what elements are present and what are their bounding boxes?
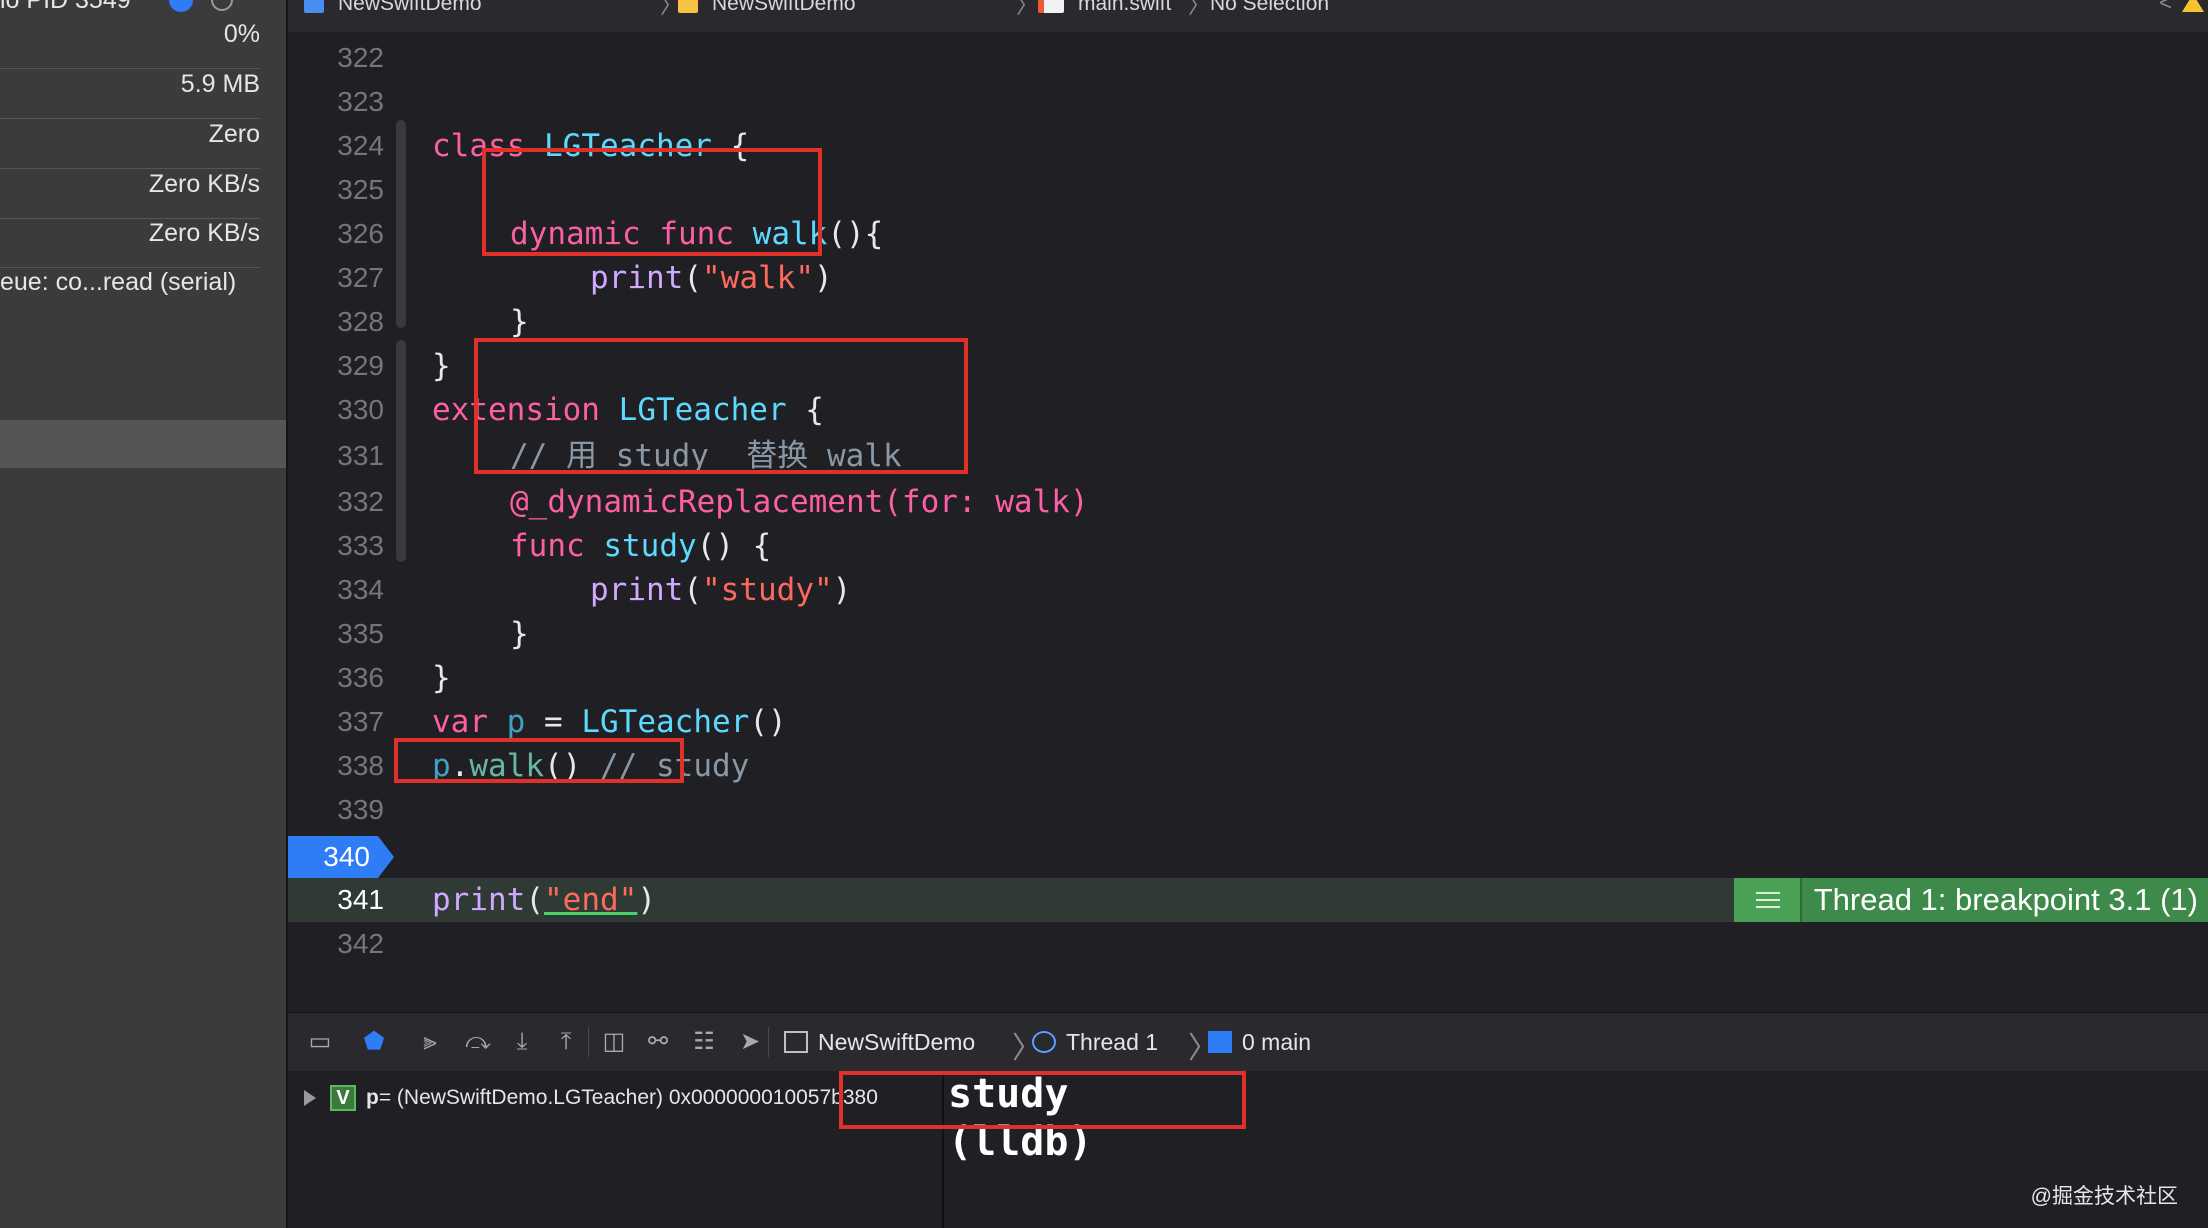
crumb-frame[interactable]: 0 main: [1208, 1013, 1311, 1071]
line-number: 326: [337, 218, 384, 249]
jumpbar-folder[interactable]: NewSwiftDemo: [678, 0, 856, 20]
jumpbar-project[interactable]: NewSwiftDemo: [304, 0, 482, 20]
watermark: @掘金技术社区: [2030, 1185, 2178, 1208]
jumpbar-separator: 〉: [1016, 0, 1039, 18]
code-line-341[interactable]: print("end"): [432, 878, 656, 922]
highlight-box-output: [839, 1071, 1246, 1129]
line-number: 324: [337, 130, 384, 161]
disclosure-triangle-icon[interactable]: [304, 1090, 316, 1106]
selected-frame-row[interactable]: [0, 420, 286, 468]
chevron-left-icon[interactable]: <: [2159, 0, 2172, 16]
warning-icon[interactable]: [2182, 0, 2204, 12]
debug-navigator: io PID 3549 0% 5.9 MB Zero Zero KB/s Zer…: [0, 0, 288, 1228]
crumb-process[interactable]: NewSwiftDemo: [784, 1013, 975, 1071]
list-icon: [1733, 878, 1802, 922]
line-number: 328: [337, 306, 384, 337]
code-line-333[interactable]: func study() {: [510, 524, 771, 568]
folder-icon: [678, 0, 698, 13]
code-line-336[interactable]: }: [432, 656, 451, 700]
view-hierarchy-icon[interactable]: ◫: [600, 1029, 628, 1055]
jumpbar-separator: 〉: [1188, 0, 1211, 18]
simulate-location-icon[interactable]: ➤: [736, 1029, 764, 1055]
jumpbar-file[interactable]: main.swift: [1038, 0, 1171, 20]
code-line-335[interactable]: }: [510, 612, 529, 656]
line-number: 330: [337, 394, 384, 425]
continue-icon[interactable]: ⫸: [416, 1029, 444, 1055]
line-number: 342: [337, 928, 384, 959]
app-icon: [784, 1031, 808, 1053]
breakpoint-arrow-icon: [378, 836, 394, 878]
step-into-icon[interactable]: ⤓: [508, 1029, 536, 1055]
jump-bar: NewSwiftDemo 〉 NewSwiftDemo 〉 main.swift…: [288, 0, 2208, 33]
line-number-current: 341: [337, 884, 384, 915]
line-number: 334: [337, 574, 384, 605]
fold-ribbon[interactable]: [396, 340, 406, 562]
breakpoint-marker[interactable]: 340: [288, 836, 378, 878]
memory-graph-icon[interactable]: ⚯: [644, 1029, 672, 1055]
code-line-327[interactable]: print("walk"): [590, 256, 833, 300]
jumpbar-symbol[interactable]: No Selection: [1210, 0, 1329, 20]
line-number: 337: [337, 706, 384, 737]
code-line-334[interactable]: print("study"): [590, 568, 851, 612]
variable-row[interactable]: V p = (NewSwiftDemo.LGTeacher) 0x0000000…: [304, 1081, 878, 1115]
line-number: 323: [337, 86, 384, 117]
fold-ribbon[interactable]: [396, 120, 406, 328]
user-frame-icon: [1208, 1031, 1232, 1053]
line-number: 336: [337, 662, 384, 693]
line-number: 335: [337, 618, 384, 649]
variable-value: = (NewSwiftDemo.LGTeacher) 0x00000001005…: [378, 1086, 878, 1109]
swift-file-icon: [1038, 0, 1064, 13]
line-number: 327: [337, 262, 384, 293]
highlight-box-study: [474, 338, 968, 474]
step-out-icon[interactable]: ⤒: [552, 1029, 580, 1055]
line-number: 325: [337, 174, 384, 205]
highlight-box-walk: [482, 148, 822, 256]
project-icon: [304, 0, 324, 13]
debug-bar: ▭ ⬟ ⫸ ⤼ ⤓ ⤒ ◫ ⚯ ☷ ➤ NewSwiftDemo 〉 Threa…: [288, 1012, 2208, 1072]
code-line-332[interactable]: @_dynamicReplacement(for: walk): [510, 480, 1089, 524]
queue-item[interactable]: eue: co...read (serial): [0, 248, 286, 317]
hide-debug-area-icon[interactable]: ▭: [306, 1029, 334, 1055]
line-number: 331: [337, 440, 384, 471]
thread-icon: [1032, 1031, 1056, 1053]
step-over-icon[interactable]: ⤼: [464, 1029, 492, 1055]
line-number: 333: [337, 530, 384, 561]
variable-name: p: [366, 1086, 379, 1109]
highlight-box-call: [394, 738, 684, 783]
crumb-thread[interactable]: Thread 1: [1032, 1013, 1158, 1071]
environment-overrides-icon[interactable]: ☷: [690, 1029, 718, 1055]
line-number: 338: [337, 750, 384, 781]
line-number: 339: [337, 794, 384, 825]
source-editor[interactable]: 340 322 323 324 325 326 327 328 329 330 …: [288, 32, 2208, 1012]
line-number: 329: [337, 350, 384, 381]
line-number: 332: [337, 486, 384, 517]
thread-breakpoint-badge[interactable]: Thread 1: breakpoint 3.1 (1): [1733, 878, 2208, 922]
breakpoints-toggle-icon[interactable]: ⬟: [360, 1029, 388, 1055]
code-line-329[interactable]: }: [432, 344, 451, 388]
line-number: 322: [337, 42, 384, 73]
variable-badge: V: [330, 1085, 356, 1111]
